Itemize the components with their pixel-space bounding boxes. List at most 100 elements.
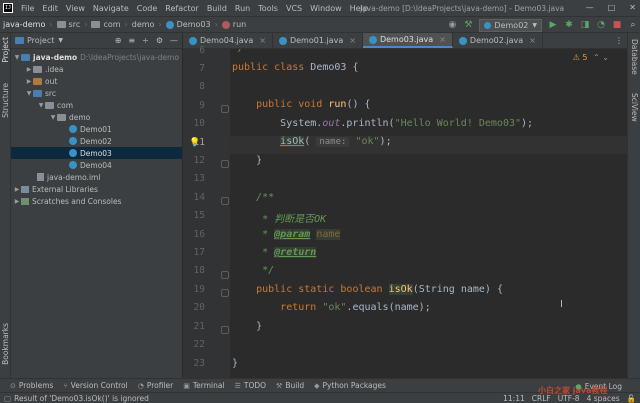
menu-file[interactable]: File: [17, 4, 38, 13]
menu-navigate[interactable]: Navigate: [89, 4, 133, 13]
tree-item-demo[interactable]: ▼ demo: [11, 111, 182, 123]
tree-item-demo01[interactable]: Demo01: [11, 123, 182, 135]
code-line-12: }: [232, 155, 262, 166]
close-icon[interactable]: ×: [259, 36, 266, 45]
menu-code[interactable]: Code: [133, 4, 161, 13]
profile-icon[interactable]: ◔: [596, 20, 606, 30]
sciview-tool-tab[interactable]: SciView: [630, 93, 639, 122]
collapse-all-icon[interactable]: ≡: [128, 36, 135, 45]
menu-edit[interactable]: Edit: [38, 4, 62, 13]
project-view-icon: [15, 37, 24, 44]
terminal-tool-button[interactable]: ▣ Terminal: [183, 381, 224, 390]
tree-item-idea[interactable]: ▶ .idea: [11, 63, 182, 75]
maximize-icon[interactable]: □: [608, 3, 616, 12]
fold-marker-icon[interactable]: [221, 271, 229, 279]
warning-icon: ⚠: [572, 53, 580, 62]
locate-file-icon[interactable]: ⊕: [115, 36, 122, 45]
gear-icon[interactable]: ⚙: [156, 36, 163, 45]
chevron-down-icon[interactable]: ▼: [13, 54, 21, 61]
breadcrumb-demo[interactable]: demo: [132, 20, 155, 29]
expand-all-icon[interactable]: ÷: [142, 36, 149, 45]
chevron-right-icon[interactable]: ▶: [13, 198, 21, 205]
close-icon[interactable]: ×: [529, 36, 536, 45]
more-tabs-icon[interactable]: ⋮: [615, 36, 623, 45]
structure-tool-tab[interactable]: Structure: [1, 83, 10, 118]
breadcrumb-run[interactable]: run: [233, 20, 246, 29]
menu-view[interactable]: View: [62, 4, 89, 13]
menu-refactor[interactable]: Refactor: [161, 4, 203, 13]
tab-demo02[interactable]: Demo02.java ×: [453, 33, 543, 48]
close-icon[interactable]: ×: [439, 35, 446, 44]
breadcrumb-project[interactable]: java-demo: [3, 20, 45, 29]
menu-window[interactable]: Window: [306, 4, 346, 13]
breadcrumb-demo03[interactable]: Demo03: [177, 20, 211, 29]
run-icon[interactable]: ▶: [548, 20, 558, 30]
hide-panel-icon[interactable]: —: [170, 36, 178, 45]
chevron-down-icon[interactable]: ▼: [25, 90, 33, 97]
database-tool-tab[interactable]: Database: [630, 39, 639, 75]
build-hammer-icon[interactable]: ⚒: [463, 20, 473, 30]
token: name: [316, 229, 341, 240]
fold-marker-icon[interactable]: [221, 289, 229, 297]
fold-marker-icon[interactable]: [221, 197, 229, 205]
code-editor[interactable]: ⚠ 5 ⌃ ⌄ */ public class Demo03 { public …: [230, 49, 627, 378]
lock-icon[interactable]: 🔓: [627, 394, 636, 403]
project-panel-title[interactable]: Project: [27, 36, 54, 45]
breadcrumb-src[interactable]: src: [69, 20, 81, 29]
token: "Hello World! Demo03": [394, 118, 522, 129]
lightbulb-icon[interactable]: 💡: [189, 138, 200, 148]
stop-icon[interactable]: ■: [612, 20, 622, 30]
debug-icon[interactable]: ✱: [564, 20, 574, 30]
chevron-right-icon[interactable]: ▶: [25, 78, 33, 85]
python-packages-tool-button[interactable]: ◆ Python Packages: [314, 381, 386, 390]
todo-tool-button[interactable]: ☰ TODO: [235, 381, 266, 390]
chevron-right-icon[interactable]: ▶: [25, 66, 33, 73]
build-tool-button[interactable]: ⚒ Build: [276, 381, 304, 390]
run-configuration-select[interactable]: Demo02 ▼: [479, 18, 542, 32]
fold-marker-icon[interactable]: [221, 326, 229, 334]
chevron-down-icon[interactable]: ▼: [37, 102, 45, 109]
tree-item-java-demo[interactable]: ▼ java-demo D:\IdeaProjects\java-demo: [11, 51, 182, 63]
user-icon[interactable]: ◉: [447, 20, 457, 30]
minimize-icon[interactable]: —: [586, 3, 594, 12]
intellij-logo-icon[interactable]: IJ: [3, 3, 13, 13]
problems-tool-button[interactable]: ⊙ Problems: [10, 381, 53, 390]
breadcrumb-com[interactable]: com: [103, 20, 120, 29]
tree-item-demo03[interactable]: Demo03: [11, 147, 182, 159]
warnings-indicator[interactable]: ⚠ 5 ⌃ ⌄: [573, 53, 609, 62]
profiler-tool-button[interactable]: ◔ Profiler: [138, 381, 174, 390]
menu-tools[interactable]: Tools: [254, 4, 282, 13]
tree-item-out[interactable]: ▶ out: [11, 75, 182, 87]
code-line-6: */: [232, 49, 244, 54]
close-icon[interactable]: ×: [349, 36, 356, 45]
tab-label: Demo04.java: [200, 36, 254, 45]
chevron-right-icon[interactable]: ▶: [13, 186, 21, 193]
tree-item-src[interactable]: ▼ src: [11, 87, 182, 99]
tree-item-iml[interactable]: java-demo.iml: [11, 171, 182, 183]
chevron-down-icon[interactable]: ▼: [58, 37, 63, 44]
bookmarks-tool-tab[interactable]: Bookmarks: [1, 323, 10, 365]
caret-position[interactable]: 11:11: [503, 394, 525, 403]
menu-build[interactable]: Build: [203, 4, 231, 13]
tree-item-com[interactable]: ▼ com: [11, 99, 182, 111]
token: */: [232, 49, 244, 54]
chevron-down-icon[interactable]: ▼: [49, 114, 57, 121]
tab-demo01[interactable]: Demo01.java ×: [273, 33, 363, 48]
menu-run[interactable]: Run: [231, 4, 254, 13]
search-icon[interactable]: ⌕: [628, 20, 638, 30]
project-tool-tab[interactable]: Project: [1, 37, 10, 63]
fold-marker-icon[interactable]: [221, 160, 229, 168]
fold-marker-icon[interactable]: [221, 105, 229, 113]
version-control-tool-button[interactable]: ⑂ Version Control: [63, 381, 127, 390]
tree-item-demo04[interactable]: Demo04: [11, 159, 182, 171]
chevron-up-icon[interactable]: ⌃: [593, 53, 600, 62]
tree-item-scratches[interactable]: ▶ Scratches and Consoles: [11, 195, 182, 207]
close-window-icon[interactable]: ✕: [629, 3, 636, 12]
tab-demo03[interactable]: Demo03.java ×: [362, 33, 453, 48]
coverage-icon[interactable]: ◨: [580, 20, 590, 30]
chevron-down-icon[interactable]: ⌄: [602, 53, 609, 62]
menu-vcs[interactable]: VCS: [282, 4, 306, 13]
tree-item-external-libraries[interactable]: ▶ External Libraries: [11, 183, 182, 195]
token: isOk: [388, 284, 413, 295]
tree-item-demo02[interactable]: Demo02: [11, 135, 182, 147]
